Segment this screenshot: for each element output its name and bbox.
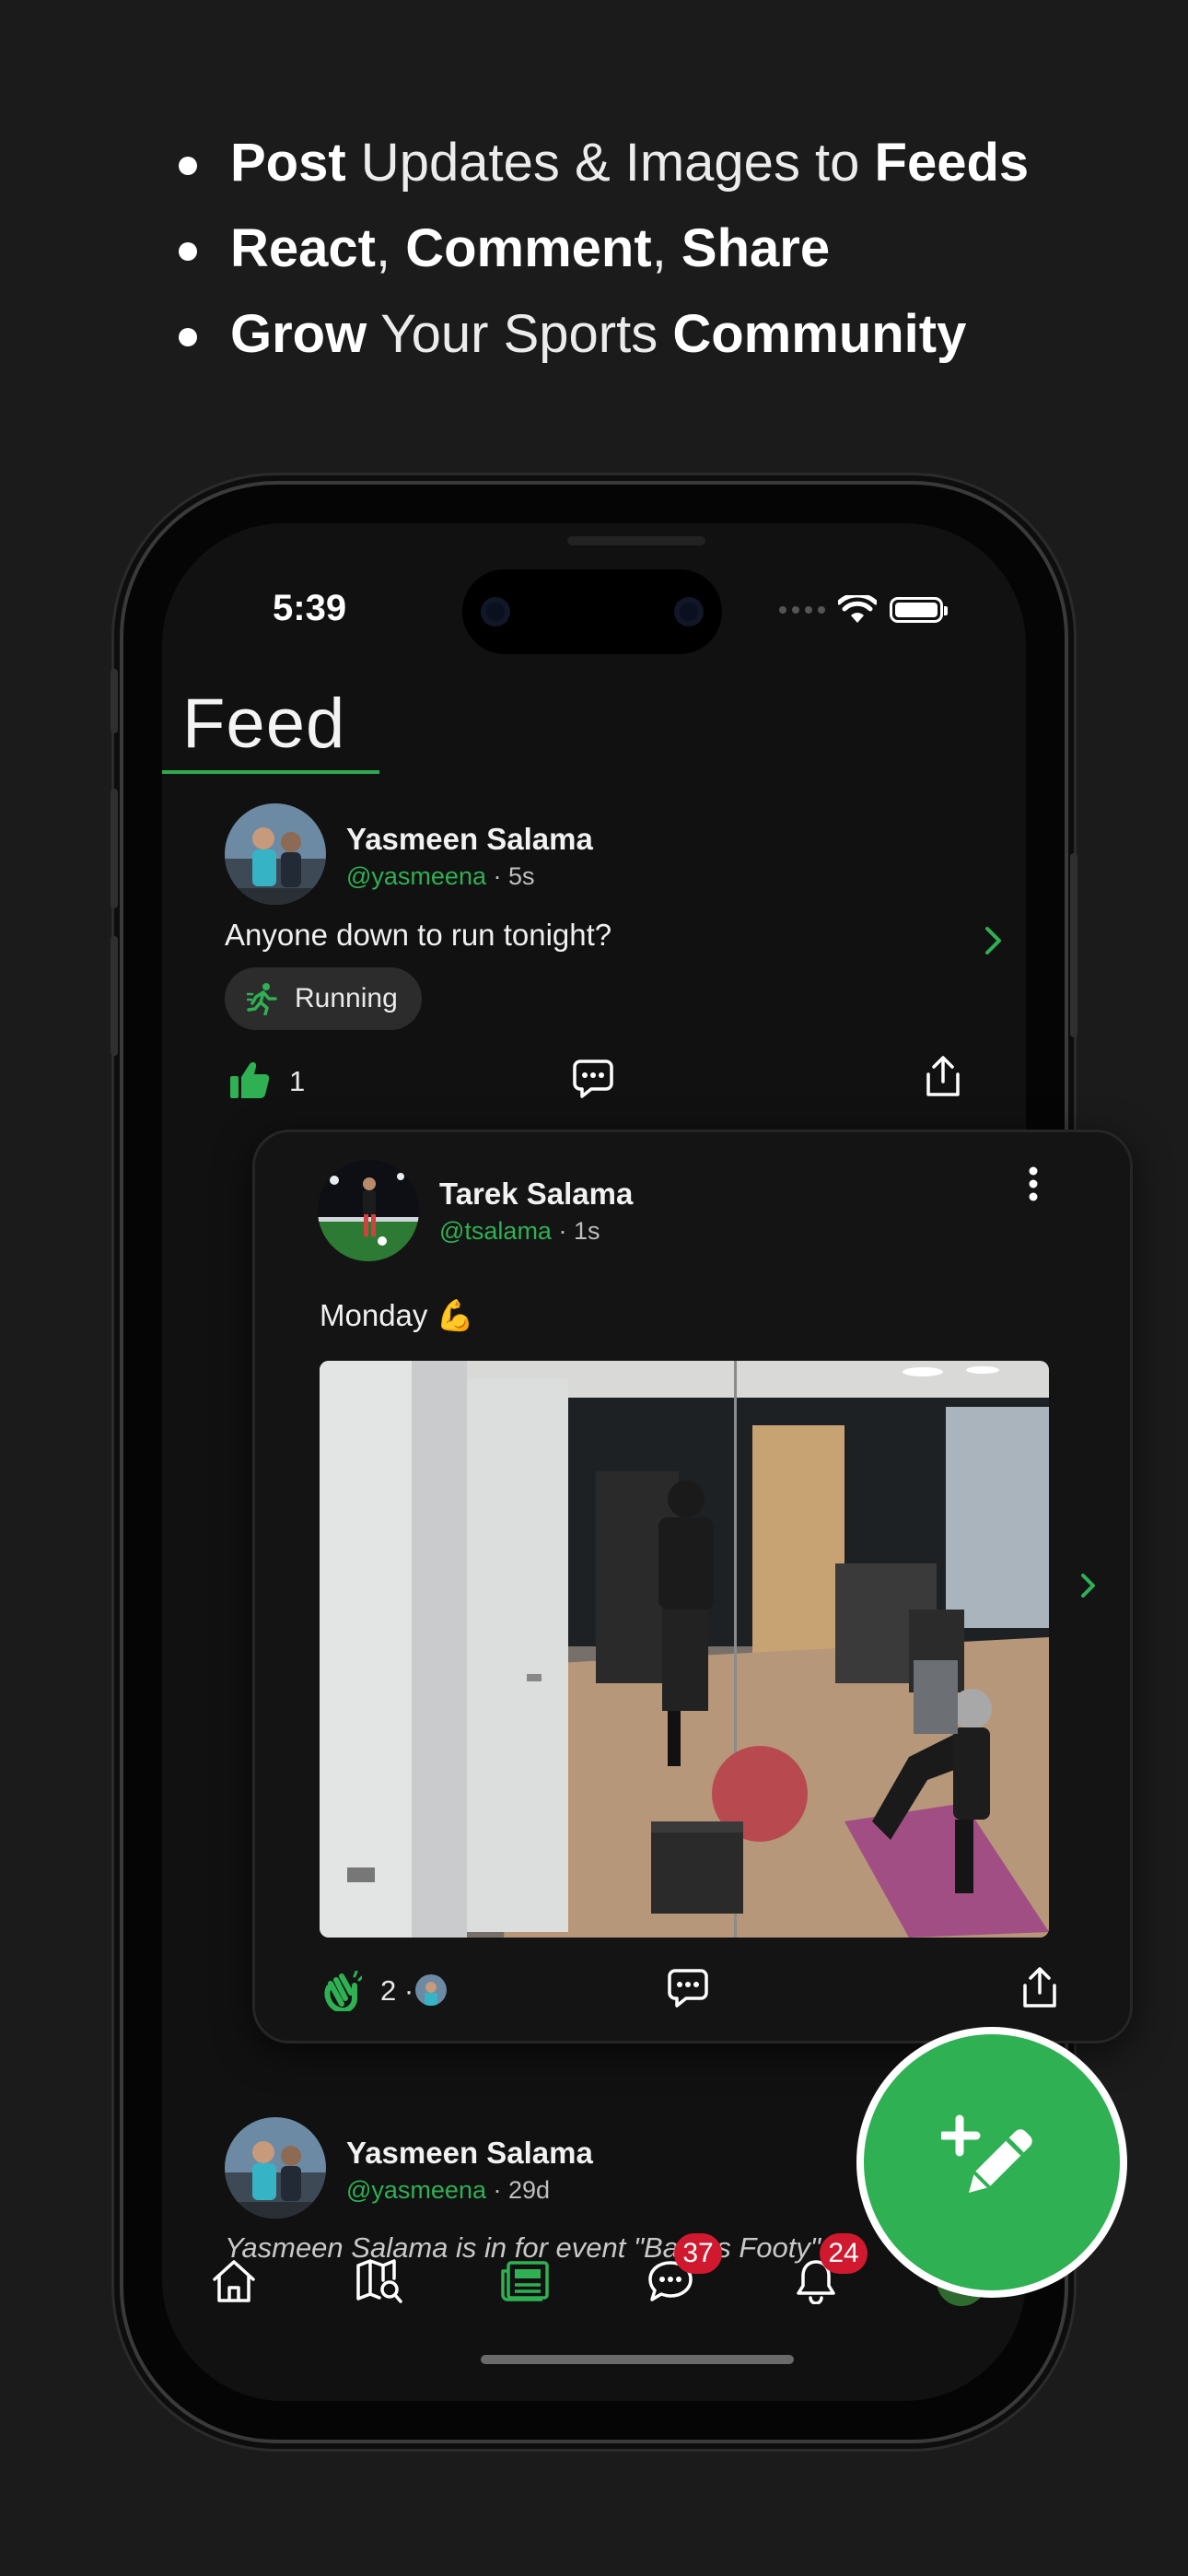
post-time: · 29d bbox=[485, 2176, 551, 2204]
clap-icon[interactable] bbox=[323, 1971, 362, 2011]
avatar[interactable] bbox=[225, 803, 326, 905]
feature-keyword: Grow bbox=[230, 304, 367, 364]
like-count: 1 bbox=[289, 1065, 306, 1097]
nav-feed[interactable] bbox=[488, 2244, 562, 2318]
feature-text: Your Sports bbox=[367, 304, 673, 364]
dynamic-island bbox=[462, 569, 722, 654]
comment-icon[interactable] bbox=[668, 1969, 708, 2008]
page-title: Feed bbox=[182, 685, 346, 763]
post-image[interactable] bbox=[320, 1361, 1049, 1938]
feature-keyword: Comment bbox=[405, 218, 652, 278]
gym-photo bbox=[320, 1361, 1049, 1938]
home-icon bbox=[213, 2260, 255, 2302]
feed-post-card[interactable]: Tarek Salama @tsalama · 1s Monday 💪 2 · bbox=[252, 1130, 1133, 2043]
bullet-dot bbox=[179, 328, 197, 346]
activity-tag[interactable]: Running bbox=[225, 967, 422, 1030]
post-time: · 1s bbox=[551, 1217, 600, 1245]
bullet-dot bbox=[179, 242, 197, 261]
chat-badge: 37 bbox=[674, 2233, 722, 2274]
feature-text: , bbox=[375, 218, 406, 278]
nav-map[interactable] bbox=[343, 2244, 416, 2318]
battery-icon bbox=[890, 597, 948, 623]
chevron-right-icon[interactable] bbox=[1079, 1572, 1098, 1599]
comment-icon[interactable] bbox=[573, 1060, 613, 1098]
post-author[interactable]: Yasmeen Salama bbox=[346, 822, 593, 857]
running-icon bbox=[247, 983, 277, 1015]
signal-icon bbox=[779, 606, 825, 614]
post-author[interactable]: Tarek Salama bbox=[439, 1177, 633, 1212]
feature-text: Updates & Images to bbox=[345, 133, 875, 193]
camera-icon bbox=[674, 597, 704, 626]
more-options-icon[interactable] bbox=[1027, 1165, 1040, 1202]
post-handle[interactable]: @yasmeena bbox=[346, 862, 486, 890]
bullet-dot bbox=[179, 157, 197, 175]
post-text: Anyone down to run tonight? bbox=[225, 918, 612, 952]
nav-notifications[interactable]: 24 bbox=[779, 2233, 868, 2318]
phone-volume-down bbox=[111, 936, 118, 1056]
nav-chat[interactable]: 37 bbox=[634, 2233, 722, 2318]
feature-text: , bbox=[651, 218, 681, 278]
share-icon[interactable] bbox=[1021, 1967, 1058, 2009]
post-meta: @yasmeena · 5s bbox=[346, 862, 535, 891]
share-icon[interactable] bbox=[925, 1056, 961, 1098]
post-meta: @tsalama · 1s bbox=[439, 1217, 600, 1246]
feature-keyword: React bbox=[230, 218, 376, 278]
feature-keyword: Community bbox=[672, 304, 967, 364]
post-author[interactable]: Yasmeen Salama bbox=[346, 2136, 593, 2171]
notifications-badge: 24 bbox=[820, 2233, 868, 2274]
compose-post-button[interactable] bbox=[856, 2027, 1127, 2298]
post-time: · 5s bbox=[485, 862, 535, 890]
phone-power-button bbox=[1070, 853, 1077, 1037]
map-search-icon bbox=[356, 2259, 402, 2303]
nav-home[interactable] bbox=[197, 2244, 271, 2318]
sensor-icon bbox=[481, 597, 510, 626]
post-text: Monday 💪 bbox=[320, 1298, 474, 1332]
post-handle[interactable]: @yasmeena bbox=[346, 2176, 486, 2204]
wifi-icon bbox=[838, 595, 877, 623]
status-time: 5:39 bbox=[273, 588, 347, 628]
reactor-avatar[interactable] bbox=[415, 1974, 447, 2006]
feature-list: Post Updates & Images to Feeds React, Co… bbox=[175, 120, 1151, 377]
feature-post: Post Updates & Images to Feeds bbox=[175, 120, 1151, 205]
avatar[interactable] bbox=[318, 1160, 419, 1261]
post-handle[interactable]: @tsalama bbox=[439, 1217, 552, 1245]
feature-keyword: Post bbox=[230, 133, 346, 193]
earpiece bbox=[567, 536, 705, 545]
edit-plus-icon bbox=[941, 2114, 1032, 2193]
activity-tag-label: Running bbox=[295, 983, 398, 1013]
status-indicators bbox=[779, 595, 948, 625]
chevron-right-icon[interactable] bbox=[984, 925, 1004, 956]
post-meta: @yasmeena · 29d bbox=[346, 2176, 550, 2205]
home-indicator bbox=[481, 2355, 794, 2364]
feature-keyword: Share bbox=[681, 218, 831, 278]
feature-grow: Grow Your Sports Community bbox=[175, 291, 1151, 377]
phone-mute-switch bbox=[111, 669, 118, 733]
newspaper-icon bbox=[501, 2261, 549, 2301]
like-icon[interactable] bbox=[230, 1061, 269, 1098]
feature-keyword: Feeds bbox=[874, 133, 1030, 193]
phone-volume-up bbox=[111, 789, 118, 908]
feature-react: React, Comment, Share bbox=[175, 205, 1151, 291]
avatar[interactable] bbox=[225, 2117, 326, 2219]
title-underline bbox=[162, 770, 379, 774]
reaction-count: 2 · bbox=[380, 1974, 414, 2007]
